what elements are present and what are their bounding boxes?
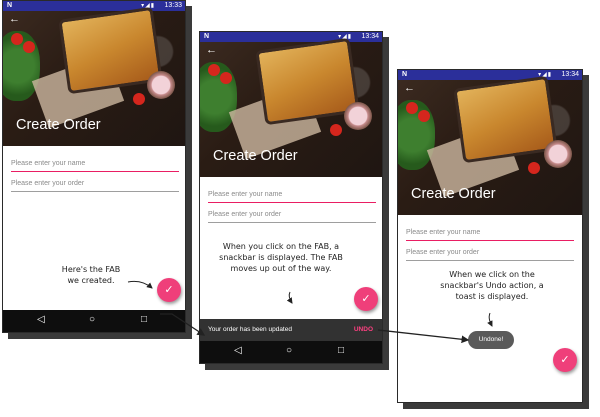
back-arrow-icon[interactable]: ← bbox=[206, 44, 217, 56]
nav-bar: ◁ ○ □ bbox=[3, 310, 185, 332]
back-arrow-icon[interactable]: ← bbox=[9, 13, 20, 25]
tomato-decoration bbox=[23, 41, 35, 53]
tomato-decoration bbox=[11, 33, 23, 45]
annotation-toast: When we click on the snackbar's Undo act… bbox=[440, 270, 544, 301]
tomato-decoration bbox=[406, 102, 418, 114]
nav-home-icon[interactable]: ○ bbox=[286, 345, 292, 356]
name-input[interactable]: Please enter your name bbox=[208, 189, 376, 203]
status-time: 13:34 bbox=[361, 33, 379, 40]
tomato-decoration bbox=[330, 124, 342, 136]
status-time: 13:33 bbox=[164, 2, 182, 9]
nav-home-icon[interactable]: ○ bbox=[89, 314, 95, 325]
status-bar: N ▾◢▮ 13:34 bbox=[398, 70, 582, 80]
fab-check-button[interactable]: ✓ bbox=[553, 348, 577, 372]
tomato-decoration bbox=[418, 110, 430, 122]
phone-screen-3: N ▾◢▮ 13:34 ← Create Order Please enter … bbox=[397, 69, 583, 403]
nav-back-icon[interactable]: ◁ bbox=[37, 314, 45, 325]
toast-message: Undone! bbox=[468, 331, 514, 349]
phone-screen-2: N ▾◢▮ 13:34 ← Create Order Please enter … bbox=[199, 31, 383, 364]
header-image: ← Create Order bbox=[398, 75, 582, 215]
fab-check-button[interactable]: ✓ bbox=[157, 278, 181, 302]
header-image: ← Create Order bbox=[200, 37, 382, 177]
tomato-decoration bbox=[133, 93, 145, 105]
bowl-decoration bbox=[544, 140, 572, 168]
order-input[interactable]: Please enter your order bbox=[208, 209, 376, 223]
status-bar: N ▾◢▮ 13:34 bbox=[200, 32, 382, 42]
snackbar: Your order has been updated UNDO bbox=[200, 319, 382, 341]
back-arrow-icon[interactable]: ← bbox=[404, 82, 415, 94]
tomato-decoration bbox=[220, 72, 232, 84]
bowl-decoration bbox=[344, 102, 372, 130]
annotation-fab: Here's the FAB we created. bbox=[61, 265, 121, 285]
notification-icon: N bbox=[402, 71, 408, 78]
nav-bar: ◁ ○ □ bbox=[200, 341, 382, 363]
page-title: Create Order bbox=[411, 186, 496, 202]
notification-icon: N bbox=[7, 2, 13, 9]
page-title: Create Order bbox=[213, 148, 298, 164]
snackbar-message: Your order has been updated bbox=[208, 326, 292, 333]
status-bar: N ▾◢▮ 13:33 bbox=[3, 1, 185, 11]
notification-icon: N bbox=[204, 33, 210, 40]
fab-check-button[interactable]: ✓ bbox=[354, 287, 378, 311]
order-input[interactable]: Please enter your order bbox=[11, 178, 179, 192]
bowl-decoration bbox=[147, 71, 175, 99]
page-title: Create Order bbox=[16, 117, 101, 133]
annotation-snackbar: When you click on the FAB, a snackbar is… bbox=[219, 242, 343, 273]
name-input[interactable]: Please enter your name bbox=[11, 158, 179, 172]
order-input[interactable]: Please enter your order bbox=[406, 247, 574, 261]
snackbar-undo-button[interactable]: UNDO bbox=[354, 319, 373, 341]
nav-back-icon[interactable]: ◁ bbox=[234, 345, 242, 356]
status-time: 13:34 bbox=[561, 71, 579, 78]
nav-recent-icon[interactable]: □ bbox=[141, 314, 147, 325]
tomato-decoration bbox=[208, 64, 220, 76]
tomato-decoration bbox=[528, 162, 540, 174]
lasagna-dish-image bbox=[453, 75, 558, 164]
nav-recent-icon[interactable]: □ bbox=[338, 345, 344, 356]
name-input[interactable]: Please enter your name bbox=[406, 227, 574, 241]
header-image: ← Create Order bbox=[3, 6, 185, 146]
